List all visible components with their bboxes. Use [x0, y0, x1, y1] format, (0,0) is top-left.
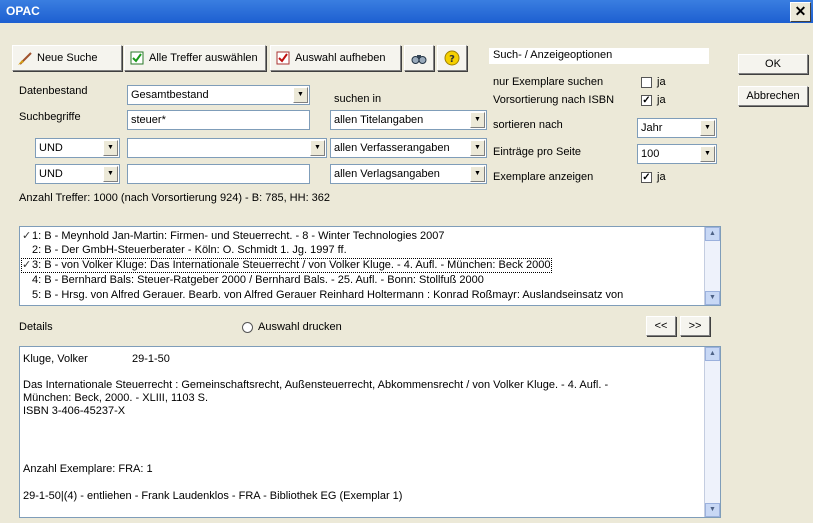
- options-header: Such- / Anzeigeoptionen: [493, 49, 613, 61]
- detail-copies-count: Anzahl Exemplare: FRA: 1: [23, 463, 153, 475]
- find-button[interactable]: [404, 45, 434, 71]
- scope-1-value: allen Titelangaben: [334, 114, 424, 126]
- svg-text:?: ?: [449, 54, 455, 65]
- uncheck-icon: [276, 51, 290, 65]
- title-bar: OPAC ✕: [0, 0, 813, 23]
- detail-title-line-2: München: Beck, 2000. - XLIII, 1103 S.: [23, 392, 209, 404]
- presort-isbn-text: ja: [657, 94, 666, 106]
- clear-selection-label: Auswahl aufheben: [295, 52, 386, 64]
- detail-isbn: ISBN 3-406-45237-X: [23, 405, 126, 417]
- next-button[interactable]: >>: [680, 316, 710, 336]
- sort-select[interactable]: Jahr ▼: [637, 118, 717, 138]
- database-value: Gesamtbestand: [131, 89, 209, 101]
- chevron-down-icon[interactable]: ▼: [470, 140, 485, 156]
- detail-copy-status: 29-1-50|(4) - entliehen - Frank Laudenkl…: [23, 490, 403, 502]
- chevron-down-icon[interactable]: ▼: [470, 166, 485, 182]
- options-header-box: Such- / Anzeigeoptionen: [489, 48, 709, 64]
- help-icon: ?: [444, 50, 460, 66]
- search-term-3-input[interactable]: [127, 164, 310, 184]
- scope-3-value: allen Verlagsangaben: [334, 168, 440, 180]
- chevron-down-icon[interactable]: ▼: [700, 120, 715, 136]
- cancel-button[interactable]: Abbrechen: [738, 86, 808, 106]
- select-all-button[interactable]: Alle Treffer auswählen: [124, 45, 266, 71]
- print-selection-label: Auswahl drucken: [258, 321, 342, 333]
- chevron-down-icon[interactable]: ▼: [103, 140, 118, 156]
- list-item-text: 2: B - Der GmbH-Steuerberater - Köln: O.…: [32, 244, 347, 256]
- detail-title-line-1: Das Internationale Steuerrecht : Gemeins…: [23, 379, 609, 391]
- list-item[interactable]: ✓3: B - von Volker Kluge: Das Internatio…: [21, 258, 552, 273]
- prev-button[interactable]: <<: [646, 316, 676, 336]
- scroll-up-icon[interactable]: ▲: [705, 347, 720, 361]
- only-copies-checkbox[interactable]: [641, 77, 652, 88]
- show-copies-text: ja: [657, 171, 666, 183]
- list-item-text: 3: B - von Volker Kluge: Das Internation…: [32, 259, 551, 271]
- database-select[interactable]: Gesamtbestand ▼: [127, 85, 310, 105]
- scope-2-value: allen Verfasserangaben: [334, 142, 450, 154]
- checklist-icon: [130, 51, 144, 65]
- check-mark: ✓: [22, 230, 32, 242]
- show-copies-checkbox[interactable]: ✓: [641, 172, 652, 183]
- database-label: Datenbestand: [19, 85, 88, 97]
- select-all-label: Alle Treffer auswählen: [149, 52, 258, 64]
- scroll-down-icon[interactable]: ▼: [705, 503, 720, 517]
- terms-label: Suchbegriffe: [19, 111, 81, 123]
- sort-label: sortieren nach: [493, 119, 563, 131]
- list-item[interactable]: ✓1: B - Meynhold Jan-Martin: Firmen- und…: [22, 230, 444, 243]
- results-scrollbar[interactable]: ▲ ▼: [704, 227, 720, 305]
- hits-summary: Anzahl Treffer: 1000 (nach Vorsortierung…: [19, 192, 331, 204]
- per-page-label: Einträge pro Seite: [493, 146, 582, 158]
- operator-2-select[interactable]: UND ▼: [35, 138, 120, 158]
- broom-icon: [18, 52, 32, 65]
- scope-3-select[interactable]: allen Verlagsangaben ▼: [330, 164, 487, 184]
- scope-2-select[interactable]: allen Verfasserangaben ▼: [330, 138, 487, 158]
- chevron-down-icon[interactable]: ▼: [293, 87, 308, 103]
- clear-selection-button[interactable]: Auswahl aufheben: [270, 45, 401, 71]
- details-panel[interactable]: Kluge, Volker 29-1-50 Das Internationale…: [19, 346, 721, 518]
- presort-isbn-check-mark: ✓: [642, 95, 651, 106]
- presort-isbn-label: Vorsortierung nach ISBN: [493, 94, 615, 106]
- check-mark: ✓: [22, 259, 32, 271]
- operator-2-value: UND: [39, 142, 63, 154]
- show-copies-label: Exemplare anzeigen: [493, 171, 594, 183]
- detail-author: Kluge, Volker: [23, 353, 88, 365]
- sort-value: Jahr: [641, 122, 663, 134]
- new-search-label: Neue Suche: [37, 52, 98, 64]
- help-button[interactable]: ?: [437, 45, 467, 71]
- chevron-down-icon[interactable]: ▼: [700, 146, 715, 162]
- scope-1-select[interactable]: allen Titelangaben ▼: [330, 110, 487, 130]
- details-scrollbar[interactable]: ▲ ▼: [704, 347, 720, 517]
- new-search-button[interactable]: Neue Suche: [12, 45, 122, 71]
- search-term-1-input[interactable]: steuer*: [127, 110, 310, 130]
- operator-3-select[interactable]: UND ▼: [35, 164, 120, 184]
- print-selection-radio[interactable]: [242, 322, 253, 333]
- operator-3-value: UND: [39, 168, 63, 180]
- presort-isbn-checkbox[interactable]: ✓: [641, 95, 652, 106]
- search-term-2-combo[interactable]: ▼: [127, 138, 327, 158]
- per-page-select[interactable]: 100 ▼: [637, 144, 717, 164]
- list-item-text: 1: B - Meynhold Jan-Martin: Firmen- und …: [32, 230, 445, 242]
- scroll-up-icon[interactable]: ▲: [705, 227, 720, 241]
- list-item-text: 5: B - Hrsg. von Alfred Gerauer. Bearb. …: [32, 289, 624, 301]
- list-item-text: 4: B - Bernhard Bals: Steuer-Ratgeber 20…: [32, 274, 484, 286]
- list-item[interactable]: 5: B - Hrsg. von Alfred Gerauer. Bearb. …: [22, 289, 623, 302]
- list-item[interactable]: 4: B - Bernhard Bals: Steuer-Ratgeber 20…: [22, 274, 484, 287]
- scroll-down-icon[interactable]: ▼: [705, 291, 720, 305]
- window-title: OPAC: [6, 4, 40, 18]
- binoculars-icon: [411, 55, 427, 64]
- only-copies-text: ja: [657, 76, 666, 88]
- details-label: Details: [19, 321, 53, 333]
- only-copies-label: nur Exemplare suchen: [493, 76, 604, 88]
- results-list[interactable]: ✓1: B - Meynhold Jan-Martin: Firmen- und…: [19, 226, 721, 306]
- list-item[interactable]: 2: B - Der GmbH-Steuerberater - Köln: O.…: [22, 244, 347, 257]
- show-copies-check-mark: ✓: [642, 172, 651, 183]
- chevron-down-icon[interactable]: ▼: [470, 112, 485, 128]
- chevron-down-icon[interactable]: ▼: [310, 140, 325, 156]
- chevron-down-icon[interactable]: ▼: [103, 166, 118, 182]
- detail-signature: 29-1-50: [132, 353, 170, 365]
- close-button[interactable]: ✕: [790, 2, 811, 22]
- per-page-value: 100: [641, 148, 660, 160]
- search-in-label: suchen in: [334, 93, 382, 105]
- ok-button[interactable]: OK: [738, 54, 808, 74]
